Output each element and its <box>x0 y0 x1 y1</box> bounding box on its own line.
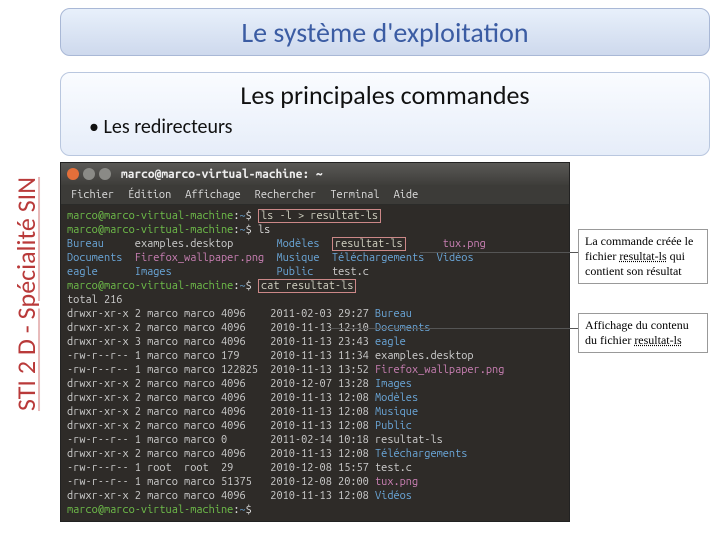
annotation-create-file: La commande créée le fichier resultat-ls… <box>578 229 708 284</box>
sidebar-vertical-label: STI 2 D - Spécialité SIN <box>8 82 44 506</box>
menu-item[interactable]: Affichage <box>185 189 240 201</box>
menu-item[interactable]: Édition <box>128 189 171 201</box>
connector-line <box>330 328 578 329</box>
menu-item[interactable]: Fichier <box>71 189 114 201</box>
sidebar-text: STI 2 D - Spécialité SIN <box>10 177 42 411</box>
close-icon[interactable] <box>67 168 79 180</box>
titlebar: marco@marco-virtual-machine: ~ <box>61 163 569 185</box>
section-title: Les principales commandes <box>81 79 689 111</box>
minimize-icon[interactable] <box>83 168 95 180</box>
window-title: marco@marco-virtual-machine: ~ <box>121 168 323 181</box>
slide-title-banner: Le système d'exploitation <box>60 8 710 56</box>
menu-item[interactable]: Rechercher <box>255 189 317 201</box>
subheader-panel: Les principales commandes Les redirecteu… <box>60 72 710 156</box>
menu-item[interactable]: Aide <box>394 189 419 201</box>
maximize-icon[interactable] <box>99 168 111 180</box>
terminal-window: marco@marco-virtual-machine: ~ Fichier É… <box>60 162 570 522</box>
annotation-display-file: Affichage du contenu du fichier resultat… <box>578 313 708 353</box>
slide-title: Le système d'exploitation <box>241 15 528 50</box>
bullet-item: Les redirecteurs <box>89 115 689 139</box>
menubar: Fichier Édition Affichage Rechercher Ter… <box>61 185 569 205</box>
menu-item[interactable]: Terminal <box>330 189 379 201</box>
connector-line <box>420 252 578 253</box>
